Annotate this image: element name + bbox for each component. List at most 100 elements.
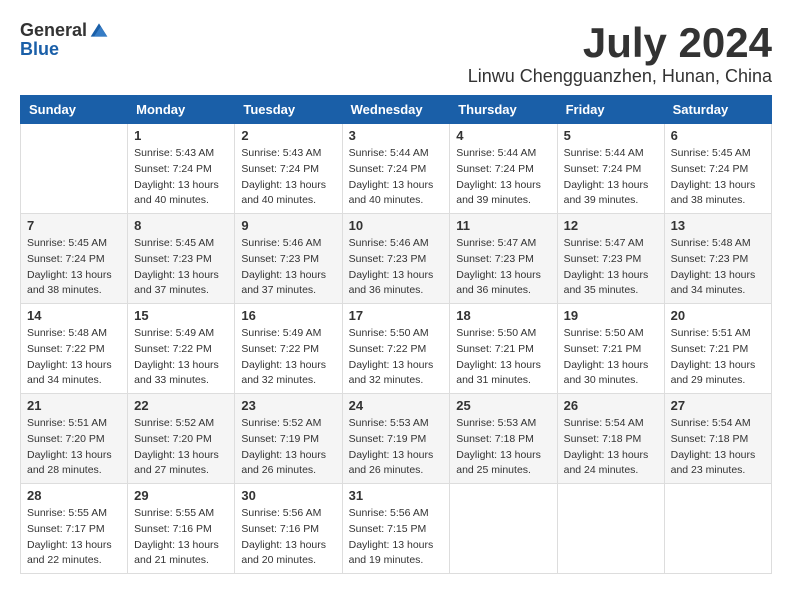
- day-number: 9: [241, 218, 335, 233]
- calendar-cell: 31 Sunrise: 5:56 AM Sunset: 7:15 PM Dayli…: [342, 484, 450, 574]
- location-title: Linwu Chengguanzhen, Hunan, China: [468, 66, 772, 87]
- day-number: 17: [349, 308, 444, 323]
- day-info: Sunrise: 5:50 AM Sunset: 7:21 PM Dayligh…: [564, 326, 658, 389]
- calendar-cell: 26 Sunrise: 5:54 AM Sunset: 7:18 PM Dayli…: [557, 394, 664, 484]
- day-number: 19: [564, 308, 658, 323]
- day-number: 26: [564, 398, 658, 413]
- month-title: July 2024: [468, 20, 772, 66]
- day-number: 11: [456, 218, 550, 233]
- day-info: Sunrise: 5:48 AM Sunset: 7:23 PM Dayligh…: [671, 236, 765, 299]
- calendar-cell: 29 Sunrise: 5:55 AM Sunset: 7:16 PM Dayli…: [128, 484, 235, 574]
- day-number: 20: [671, 308, 765, 323]
- day-info: Sunrise: 5:56 AM Sunset: 7:15 PM Dayligh…: [349, 506, 444, 569]
- calendar-cell: 6 Sunrise: 5:45 AM Sunset: 7:24 PM Daylig…: [664, 124, 771, 214]
- calendar-week-row: 21Sunrise: 5:51 AM Sunset: 7:20 PM Dayli…: [21, 394, 772, 484]
- calendar-cell: 9 Sunrise: 5:46 AM Sunset: 7:23 PM Daylig…: [235, 214, 342, 304]
- logo-icon: [89, 20, 109, 40]
- day-number: 14: [27, 308, 121, 323]
- day-number: 22: [134, 398, 228, 413]
- day-info: Sunrise: 5:44 AM Sunset: 7:24 PM Dayligh…: [564, 146, 658, 209]
- calendar-cell: [557, 484, 664, 574]
- weekday-header-row: SundayMondayTuesdayWednesdayThursdayFrid…: [21, 96, 772, 124]
- calendar-cell: 30Sunrise: 5:56 AM Sunset: 7:16 PM Dayli…: [235, 484, 342, 574]
- day-info: Sunrise: 5:43 AM Sunset: 7:24 PM Dayligh…: [134, 146, 228, 209]
- calendar-cell: 1 Sunrise: 5:43 AM Sunset: 7:24 PM Daylig…: [128, 124, 235, 214]
- day-info: Sunrise: 5:55 AM Sunset: 7:16 PM Dayligh…: [134, 506, 228, 569]
- logo: General Blue: [20, 20, 109, 60]
- day-info: Sunrise: 5:47 AM Sunset: 7:23 PM Dayligh…: [564, 236, 658, 299]
- day-info: Sunrise: 5:45 AM Sunset: 7:24 PM Dayligh…: [671, 146, 765, 209]
- calendar-cell: 18 Sunrise: 5:50 AM Sunset: 7:21 PM Dayli…: [450, 304, 557, 394]
- calendar-cell: 16 Sunrise: 5:49 AM Sunset: 7:22 PM Dayli…: [235, 304, 342, 394]
- calendar-cell: 24 Sunrise: 5:53 AM Sunset: 7:19 PM Dayli…: [342, 394, 450, 484]
- day-number: 10: [349, 218, 444, 233]
- weekday-header-friday: Friday: [557, 96, 664, 124]
- day-number: 23: [241, 398, 335, 413]
- calendar-cell: 28Sunrise: 5:55 AM Sunset: 7:17 PM Dayli…: [21, 484, 128, 574]
- calendar-cell: 15Sunrise: 5:49 AM Sunset: 7:22 PM Dayli…: [128, 304, 235, 394]
- day-number: 12: [564, 218, 658, 233]
- day-info: Sunrise: 5:49 AM Sunset: 7:22 PM Dayligh…: [134, 326, 228, 389]
- page-header: General Blue July 2024 Linwu Chengguanzh…: [20, 20, 772, 87]
- calendar-week-row: 28Sunrise: 5:55 AM Sunset: 7:17 PM Dayli…: [21, 484, 772, 574]
- day-info: Sunrise: 5:54 AM Sunset: 7:18 PM Dayligh…: [564, 416, 658, 479]
- day-info: Sunrise: 5:52 AM Sunset: 7:19 PM Dayligh…: [241, 416, 335, 479]
- day-number: 7: [27, 218, 121, 233]
- day-number: 27: [671, 398, 765, 413]
- day-number: 4: [456, 128, 550, 143]
- calendar-cell: 21Sunrise: 5:51 AM Sunset: 7:20 PM Dayli…: [21, 394, 128, 484]
- day-info: Sunrise: 5:50 AM Sunset: 7:22 PM Dayligh…: [349, 326, 444, 389]
- day-number: 29: [134, 488, 228, 503]
- weekday-header-tuesday: Tuesday: [235, 96, 342, 124]
- day-number: 6: [671, 128, 765, 143]
- calendar-cell: 2 Sunrise: 5:43 AM Sunset: 7:24 PM Daylig…: [235, 124, 342, 214]
- day-number: 16: [241, 308, 335, 323]
- day-info: Sunrise: 5:53 AM Sunset: 7:19 PM Dayligh…: [349, 416, 444, 479]
- day-info: Sunrise: 5:51 AM Sunset: 7:21 PM Dayligh…: [671, 326, 765, 389]
- day-info: Sunrise: 5:46 AM Sunset: 7:23 PM Dayligh…: [241, 236, 335, 299]
- calendar-cell: [664, 484, 771, 574]
- calendar-cell: 7 Sunrise: 5:45 AM Sunset: 7:24 PM Daylig…: [21, 214, 128, 304]
- calendar-cell: 17 Sunrise: 5:50 AM Sunset: 7:22 PM Dayli…: [342, 304, 450, 394]
- day-number: 13: [671, 218, 765, 233]
- calendar-cell: 8Sunrise: 5:45 AM Sunset: 7:23 PM Daylig…: [128, 214, 235, 304]
- day-number: 3: [349, 128, 444, 143]
- logo-general: General: [20, 21, 87, 39]
- calendar-cell: [21, 124, 128, 214]
- calendar-cell: 23 Sunrise: 5:52 AM Sunset: 7:19 PM Dayli…: [235, 394, 342, 484]
- logo-blue: Blue: [20, 39, 59, 59]
- day-info: Sunrise: 5:43 AM Sunset: 7:24 PM Dayligh…: [241, 146, 335, 209]
- calendar-cell: 20 Sunrise: 5:51 AM Sunset: 7:21 PM Dayli…: [664, 304, 771, 394]
- day-info: Sunrise: 5:50 AM Sunset: 7:21 PM Dayligh…: [456, 326, 550, 389]
- day-info: Sunrise: 5:54 AM Sunset: 7:18 PM Dayligh…: [671, 416, 765, 479]
- day-number: 8: [134, 218, 228, 233]
- calendar-cell: 3 Sunrise: 5:44 AM Sunset: 7:24 PM Daylig…: [342, 124, 450, 214]
- day-number: 2: [241, 128, 335, 143]
- calendar-cell: 11Sunrise: 5:47 AM Sunset: 7:23 PM Dayli…: [450, 214, 557, 304]
- day-info: Sunrise: 5:56 AM Sunset: 7:16 PM Dayligh…: [241, 506, 335, 569]
- calendar-cell: 12 Sunrise: 5:47 AM Sunset: 7:23 PM Dayli…: [557, 214, 664, 304]
- day-info: Sunrise: 5:52 AM Sunset: 7:20 PM Dayligh…: [134, 416, 228, 479]
- day-number: 28: [27, 488, 121, 503]
- day-number: 5: [564, 128, 658, 143]
- day-info: Sunrise: 5:45 AM Sunset: 7:24 PM Dayligh…: [27, 236, 121, 299]
- weekday-header-wednesday: Wednesday: [342, 96, 450, 124]
- day-number: 24: [349, 398, 444, 413]
- calendar-week-row: 14Sunrise: 5:48 AM Sunset: 7:22 PM Dayli…: [21, 304, 772, 394]
- calendar-week-row: 7 Sunrise: 5:45 AM Sunset: 7:24 PM Daylig…: [21, 214, 772, 304]
- day-number: 1: [134, 128, 228, 143]
- day-info: Sunrise: 5:53 AM Sunset: 7:18 PM Dayligh…: [456, 416, 550, 479]
- day-info: Sunrise: 5:49 AM Sunset: 7:22 PM Dayligh…: [241, 326, 335, 389]
- calendar-cell: 10Sunrise: 5:46 AM Sunset: 7:23 PM Dayli…: [342, 214, 450, 304]
- weekday-header-thursday: Thursday: [450, 96, 557, 124]
- calendar-cell: 27 Sunrise: 5:54 AM Sunset: 7:18 PM Dayli…: [664, 394, 771, 484]
- day-number: 18: [456, 308, 550, 323]
- day-info: Sunrise: 5:44 AM Sunset: 7:24 PM Dayligh…: [456, 146, 550, 209]
- calendar-cell: [450, 484, 557, 574]
- calendar-cell: 14Sunrise: 5:48 AM Sunset: 7:22 PM Dayli…: [21, 304, 128, 394]
- calendar-cell: 13 Sunrise: 5:48 AM Sunset: 7:23 PM Dayli…: [664, 214, 771, 304]
- day-number: 25: [456, 398, 550, 413]
- day-info: Sunrise: 5:44 AM Sunset: 7:24 PM Dayligh…: [349, 146, 444, 209]
- day-number: 31: [349, 488, 444, 503]
- calendar-cell: 22 Sunrise: 5:52 AM Sunset: 7:20 PM Dayli…: [128, 394, 235, 484]
